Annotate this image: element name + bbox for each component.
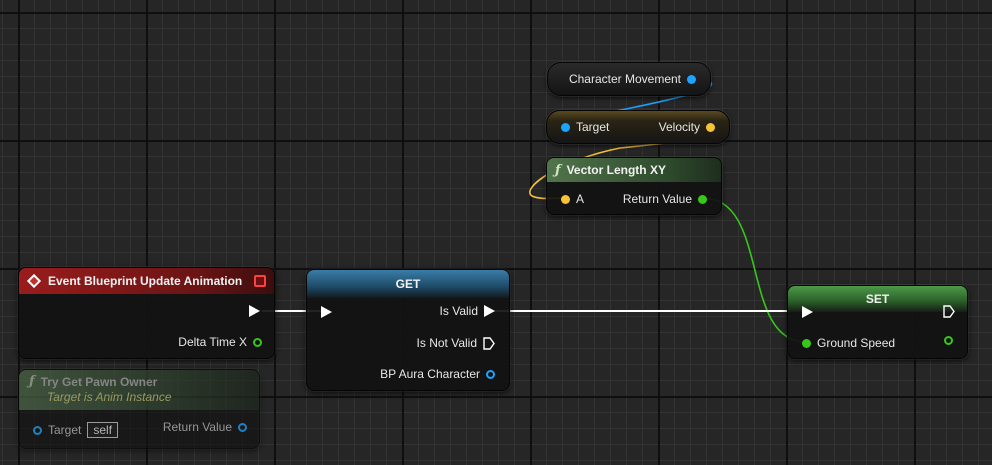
try-get-pawn-return-output-pin[interactable]	[238, 422, 247, 432]
set-ground-speed-output-pin[interactable]	[944, 336, 953, 345]
vector-length-header: ƒ Vector Length XY	[547, 158, 721, 182]
try-get-pawn-target-input-pin[interactable]	[33, 425, 42, 435]
velocity-output-pin-row: Velocity	[659, 120, 715, 134]
get-is-valid-exec-pin[interactable]	[484, 305, 495, 317]
get-is-valid-row: Is Valid	[440, 304, 495, 318]
try-get-pawn-title: Try Get Pawn Owner	[40, 374, 158, 389]
event-title: Event Blueprint Update Animation	[48, 274, 243, 288]
vector-length-xy-node[interactable]: ƒ Vector Length XY A Return Value	[546, 157, 722, 215]
velocity-target-pin-row: Target	[561, 120, 609, 134]
set-title: SET	[865, 292, 890, 306]
set-exec-in-row	[802, 306, 813, 318]
event-exec-out-row	[249, 305, 260, 317]
try-get-pawn-return-row: Return Value	[163, 420, 247, 434]
event-blueprint-update-animation-node[interactable]: Event Blueprint Update Animation Delta T…	[18, 267, 275, 359]
character-movement-label: Character Movement	[568, 72, 681, 86]
get-is-not-valid-row: Is Not Valid	[417, 336, 495, 350]
get-is-not-valid-exec-pin[interactable]	[483, 336, 495, 350]
velocity-output-pin[interactable]	[706, 122, 715, 132]
get-header: GET	[307, 270, 509, 298]
event-header: Event Blueprint Update Animation	[19, 268, 274, 294]
get-bp-aura-label: BP Aura Character	[380, 367, 480, 381]
set-ground-speed-out-row	[944, 336, 953, 345]
vector-length-title: Vector Length XY	[566, 163, 666, 177]
vector-length-a-label: A	[576, 192, 585, 206]
get-exec-in-row	[321, 306, 332, 318]
event-delta-time-output-pin[interactable]	[253, 337, 262, 347]
character-movement-node[interactable]: Character Movement	[547, 62, 711, 96]
get-exec-input-pin[interactable]	[321, 306, 332, 318]
character-movement-output-pin[interactable]	[687, 74, 696, 84]
event-exec-output-pin[interactable]	[249, 305, 260, 317]
try-get-pawn-subtitle: Target is Anim Instance	[47, 390, 172, 404]
velocity-target-input-pin[interactable]	[561, 122, 570, 132]
function-icon: ƒ	[29, 374, 35, 389]
velocity-label: Velocity	[658, 120, 700, 134]
try-get-pawn-header: ƒ Try Get Pawn Owner Target is Anim Inst…	[19, 370, 259, 410]
get-title: GET	[395, 277, 421, 291]
vector-length-return-output-pin[interactable]	[698, 194, 707, 204]
get-bp-aura-output-pin[interactable]	[486, 369, 495, 379]
set-ground-speed-node[interactable]: SET Ground Speed	[787, 285, 968, 359]
get-bp-aura-row: BP Aura Character	[380, 367, 495, 381]
event-delta-time-label: Delta Time X	[178, 335, 247, 349]
set-ground-speed-label: Ground Speed	[817, 336, 896, 350]
velocity-getter-node[interactable]: Target Velocity	[546, 110, 730, 144]
event-delegate-icon[interactable]	[254, 275, 266, 287]
set-exec-input-pin[interactable]	[802, 306, 813, 318]
try-get-pawn-return-label: Return Value	[162, 420, 232, 434]
vector-length-a-pin-row: A	[561, 192, 584, 206]
event-diamond-icon	[26, 273, 42, 289]
vector-length-a-input-pin[interactable]	[561, 194, 570, 204]
vector-length-return-label: Return Value	[622, 192, 692, 206]
validated-get-node[interactable]: GET Is Valid Is Not Valid BP Aura Charac…	[306, 269, 510, 391]
function-icon: ƒ	[555, 162, 561, 178]
try-get-pawn-self-field[interactable]: self	[87, 422, 119, 438]
event-delta-time-row: Delta Time X	[178, 335, 262, 349]
velocity-target-label: Target	[576, 120, 610, 134]
set-header: SET	[788, 286, 967, 312]
vector-length-return-pin-row: Return Value	[623, 192, 707, 206]
get-is-valid-label: Is Valid	[439, 304, 478, 318]
try-get-pawn-target-label: Target	[48, 423, 82, 437]
set-exec-out-row	[943, 305, 955, 318]
set-ground-speed-in-row: Ground Speed	[802, 336, 895, 350]
try-get-pawn-owner-node[interactable]: ƒ Try Get Pawn Owner Target is Anim Inst…	[18, 369, 260, 449]
get-is-not-valid-label: Is Not Valid	[416, 336, 477, 350]
set-exec-output-pin[interactable]	[943, 305, 955, 318]
set-ground-speed-input-pin[interactable]	[802, 338, 811, 348]
character-movement-pin-row: Character Movement	[569, 72, 696, 86]
try-get-pawn-target-row: Target self	[33, 422, 119, 438]
